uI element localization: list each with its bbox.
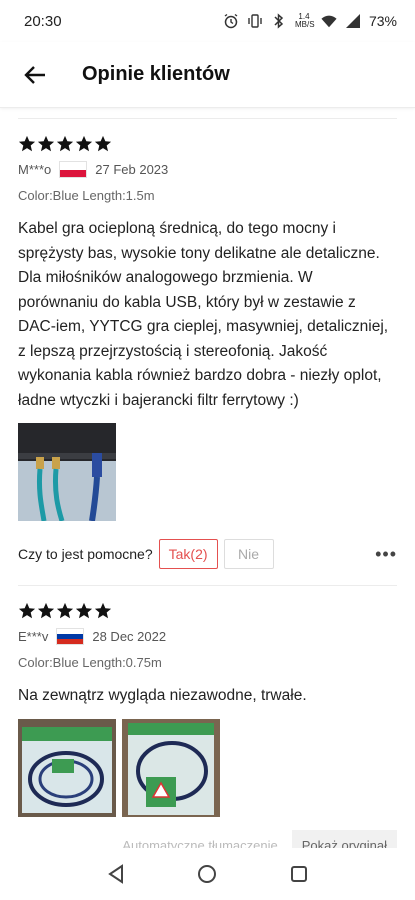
translation-row: Automatyczne tłumaczenie Pokaż oryginał <box>0 828 415 848</box>
star-icon <box>94 602 112 619</box>
star-icon <box>37 602 55 619</box>
star-rating <box>18 602 397 620</box>
review-photo[interactable] <box>122 718 220 817</box>
nav-recents-button[interactable] <box>287 862 311 886</box>
triangle-back-icon <box>108 864 123 884</box>
app-bar: Opinie klientów <box>0 42 415 108</box>
arrow-left-icon <box>24 65 45 84</box>
auto-translation-label: Automatyczne tłumaczenie <box>122 837 278 849</box>
review-text: Na zewnątrz wygląda niezawodne, trwałe. <box>18 687 307 704</box>
star-icon <box>75 135 93 152</box>
page-title: Opinie klientów <box>82 63 230 85</box>
helpful-row: Czy to jest pomocne? Tak(2) Nie ••• <box>18 539 397 569</box>
divider <box>18 585 397 586</box>
nav-back-button[interactable] <box>104 862 128 886</box>
star-icon <box>18 135 36 152</box>
circle-home-icon <box>198 865 217 883</box>
square-recents-icon <box>291 866 308 882</box>
helpful-no-button[interactable]: Nie <box>223 539 274 569</box>
review-item: M***o 27 Feb 2023 Color:Blue Length:1.5m… <box>0 135 415 569</box>
wifi-icon <box>321 13 337 29</box>
back-button[interactable] <box>18 58 52 92</box>
divider <box>18 118 397 119</box>
review-photos <box>18 718 397 817</box>
show-original-button[interactable]: Pokaż oryginał <box>291 829 397 848</box>
bluetooth-icon <box>271 13 287 29</box>
status-time: 20:30 <box>24 12 62 30</box>
star-icon <box>94 135 112 152</box>
star-icon <box>56 602 74 619</box>
net-speed: 1.4 MB/S <box>294 13 315 29</box>
review-date: 27 Feb 2023 <box>95 162 169 177</box>
status-bar: 20:30 1.4 MB/S 73% <box>0 0 415 42</box>
net-speed-unit: MB/S <box>294 20 315 29</box>
more-options-icon[interactable]: ••• <box>375 544 397 565</box>
reviews-list[interactable]: M***o 27 Feb 2023 Color:Blue Length:1.5m… <box>0 108 415 848</box>
product-variant: Color:Blue Length:0.75m <box>18 655 162 670</box>
review-meta: E***v 28 Dec 2022 <box>18 628 397 645</box>
flag-russia-icon <box>56 628 85 645</box>
star-rating <box>18 135 397 153</box>
nav-home-button[interactable] <box>195 862 219 886</box>
helpful-question: Czy to jest pomocne? <box>18 546 153 562</box>
review-photo[interactable] <box>18 423 116 521</box>
review-photo[interactable] <box>18 718 116 817</box>
reviewer-name: M***o <box>18 162 52 177</box>
review-item: E***v 28 Dec 2022 Color:Blue Length:0.75… <box>0 602 415 817</box>
reviewer-name: E***v <box>18 629 49 644</box>
helpful-yes-button[interactable]: Tak(2) <box>158 539 218 569</box>
review-meta: M***o 27 Feb 2023 <box>18 161 397 178</box>
star-icon <box>75 602 93 619</box>
vibrate-icon <box>247 13 263 29</box>
signal-icon <box>345 13 361 29</box>
star-icon <box>56 135 74 152</box>
system-nav-bar <box>0 848 415 900</box>
flag-poland-icon <box>59 161 88 178</box>
status-icons: 1.4 MB/S 73% <box>223 13 397 29</box>
star-icon <box>18 602 36 619</box>
alarm-icon <box>223 13 239 29</box>
product-variant: Color:Blue Length:1.5m <box>18 188 155 203</box>
star-icon <box>37 135 55 152</box>
review-date: 28 Dec 2022 <box>92 629 167 644</box>
review-text: Kabel gra ocieploną średnicą, do tego mo… <box>18 220 389 409</box>
battery-level: 73% <box>368 13 397 29</box>
review-photos <box>18 423 397 521</box>
